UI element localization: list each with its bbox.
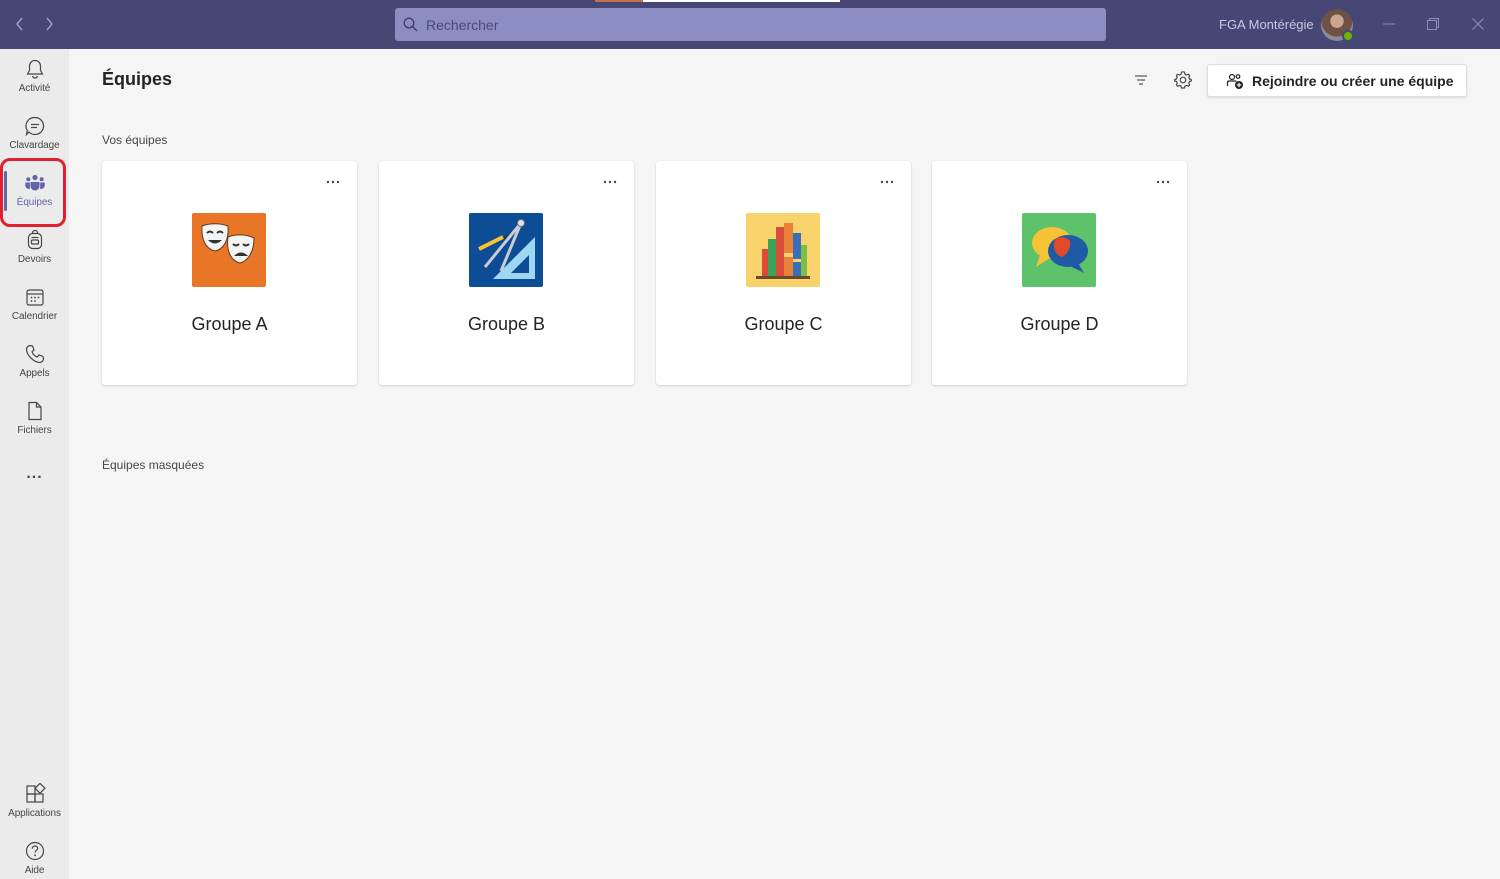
more-icon <box>1156 180 1170 184</box>
more-icon: ... <box>26 465 43 482</box>
team-logo <box>469 213 543 287</box>
active-indicator <box>4 171 7 211</box>
team-card[interactable]: Groupe B <box>379 161 634 385</box>
calendar-icon <box>25 289 44 306</box>
more-icon <box>603 180 617 184</box>
filter-button[interactable] <box>1129 68 1153 92</box>
app-bar-item-files[interactable]: Fichiers <box>0 391 69 448</box>
app-bar-label: Activité <box>18 83 51 94</box>
team-more-options-button[interactable] <box>600 174 620 190</box>
speech-bubbles-icon <box>1022 213 1096 287</box>
team-name: Groupe B <box>467 314 546 334</box>
teams-icon <box>24 174 45 191</box>
title-accent-light <box>643 0 840 2</box>
more-icon <box>880 180 894 184</box>
app-bar-label: Appels <box>19 368 50 379</box>
team-name: Groupe A <box>191 314 268 334</box>
forward-button[interactable] <box>39 14 59 34</box>
team-card[interactable]: Groupe A <box>102 161 357 385</box>
app-bar-label: Aide <box>24 865 45 876</box>
back-button[interactable] <box>10 14 30 34</box>
title-accent <box>595 0 643 2</box>
team-name: Groupe C <box>744 314 823 334</box>
theater-masks-icon <box>192 213 266 287</box>
settings-button[interactable] <box>1171 68 1195 92</box>
team-logo <box>192 213 266 287</box>
team-add-icon <box>1226 73 1243 89</box>
minimize-button[interactable] <box>1377 12 1401 36</box>
backpack-icon <box>27 229 42 250</box>
title-bar: FGA Montérégie <box>0 0 1500 49</box>
your-teams-label: Vos équipes <box>102 133 168 147</box>
app-bar-item-teams[interactable]: Équipes <box>0 163 69 220</box>
team-logo <box>746 213 820 287</box>
app-bar-item-calls[interactable]: Appels <box>0 334 69 391</box>
join-button-label: Rejoindre ou créer une équipe <box>1252 72 1454 89</box>
team-more-options-button[interactable] <box>877 174 897 190</box>
search-icon <box>403 17 418 32</box>
app-bar-label: Équipes <box>16 197 53 208</box>
app-bar-item-calendar[interactable]: Calendrier <box>0 277 69 334</box>
main-content: Équipes Rejoindre ou créer une équipe Vo… <box>69 49 1500 879</box>
app-bar-item-chat[interactable]: Clavardage <box>0 106 69 163</box>
filter-icon <box>1135 75 1147 85</box>
app-bar-item-activity[interactable]: Activité <box>0 49 69 106</box>
apps-icon <box>25 783 46 803</box>
app-bar-more-button[interactable]: ... <box>0 459 69 489</box>
more-icon <box>326 180 340 184</box>
team-card[interactable]: Groupe D <box>932 161 1187 385</box>
page-title: Équipes <box>102 69 173 89</box>
minimize-icon <box>1383 23 1395 25</box>
chat-icon <box>24 116 44 137</box>
bell-icon <box>25 59 44 79</box>
team-logo <box>1022 213 1096 287</box>
team-card[interactable]: Groupe C <box>656 161 911 385</box>
hidden-teams-label[interactable]: Équipes masquées <box>102 458 204 472</box>
app-bar: Activité Clavardage Équipes Devoirs Cale… <box>0 49 69 879</box>
app-bar-item-apps[interactable]: Applications <box>0 774 69 831</box>
chevron-left-icon <box>16 17 23 31</box>
geometry-tools-icon <box>469 213 543 287</box>
help-icon <box>25 841 44 861</box>
search-bar[interactable] <box>395 8 1106 41</box>
app-bar-label: Calendrier <box>11 311 58 322</box>
search-input[interactable] <box>426 16 1086 33</box>
close-button[interactable] <box>1466 12 1490 36</box>
app-bar-item-help[interactable]: Aide <box>0 831 69 879</box>
team-name: Groupe D <box>1020 314 1099 334</box>
join-or-create-team-button[interactable]: Rejoindre ou créer une équipe <box>1207 64 1467 97</box>
restore-icon <box>1427 18 1439 30</box>
org-name: FGA Montérégie <box>1219 17 1314 32</box>
team-more-options-button[interactable] <box>1153 174 1173 190</box>
chevron-right-icon <box>46 17 53 31</box>
app-bar-label: Clavardage <box>9 140 60 151</box>
restore-button[interactable] <box>1421 12 1445 36</box>
presence-badge <box>1342 30 1354 42</box>
gear-icon <box>1174 71 1192 89</box>
app-bar-item-assignments[interactable]: Devoirs <box>0 220 69 277</box>
phone-icon <box>25 344 44 364</box>
team-more-options-button[interactable] <box>323 174 343 190</box>
app-bar-label: Devoirs <box>17 254 52 265</box>
file-icon <box>27 401 42 421</box>
app-bar-label: Fichiers <box>17 425 52 436</box>
close-icon <box>1472 18 1484 30</box>
app-bar-label: Applications <box>8 808 61 819</box>
books-icon <box>746 213 820 287</box>
